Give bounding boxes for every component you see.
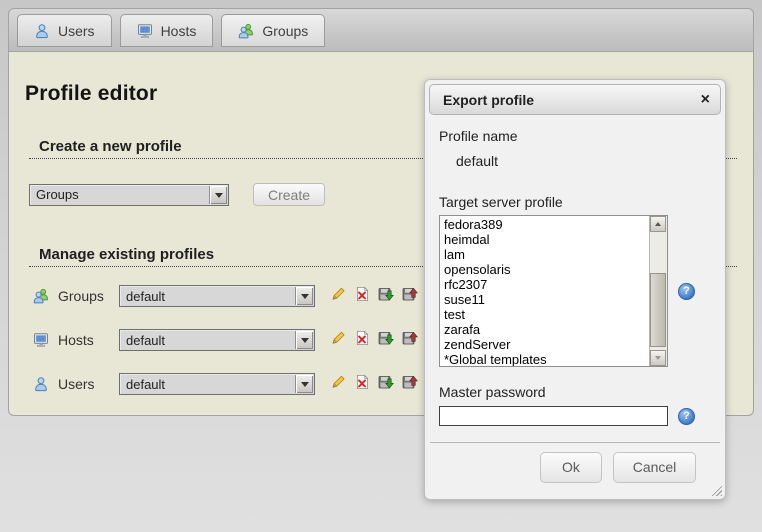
row-label-groups: Groups	[58, 288, 119, 304]
export-profile-icon[interactable]	[402, 286, 418, 307]
groups-profile-select-value: default	[126, 289, 165, 304]
export-profile-icon[interactable]	[402, 330, 418, 351]
profile-name-label: Profile name	[439, 128, 711, 144]
close-icon[interactable]: ×	[701, 92, 710, 108]
tab-users-label: Users	[58, 23, 95, 39]
edit-profile-icon[interactable]	[330, 374, 346, 395]
tab-hosts[interactable]: Hosts	[120, 14, 214, 47]
profile-name-value: default	[456, 153, 711, 169]
delete-profile-icon[interactable]	[354, 286, 370, 307]
delete-profile-icon[interactable]	[354, 374, 370, 395]
master-password-input[interactable]	[439, 406, 668, 426]
groups-icon	[33, 288, 49, 304]
delete-profile-icon[interactable]	[354, 330, 370, 351]
list-item[interactable]: zendServer	[440, 337, 667, 352]
import-profile-icon[interactable]	[378, 286, 394, 307]
chevron-down-icon[interactable]	[209, 186, 227, 204]
host-icon	[137, 23, 153, 39]
list-item[interactable]: lam	[440, 247, 667, 262]
cancel-button[interactable]: Cancel	[613, 452, 696, 483]
chevron-down-icon[interactable]	[295, 331, 313, 349]
export-profile-icon[interactable]	[402, 374, 418, 395]
target-server-profile-label: Target server profile	[439, 194, 711, 210]
chevron-down-icon[interactable]	[295, 287, 313, 305]
groups-icon	[238, 23, 254, 39]
ok-button[interactable]: Ok	[540, 452, 602, 483]
tab-groups-label: Groups	[262, 23, 308, 39]
list-item[interactable]: test	[440, 307, 667, 322]
user-icon	[33, 376, 49, 392]
list-item[interactable]: suse11	[440, 292, 667, 307]
list-item[interactable]: heimdal	[440, 232, 667, 247]
master-password-label: Master password	[439, 384, 711, 400]
hosts-profile-select-value: default	[126, 333, 165, 348]
tab-groups[interactable]: Groups	[221, 14, 325, 47]
list-item[interactable]: rfc2307	[440, 277, 667, 292]
create-button[interactable]: Create	[253, 183, 325, 206]
import-profile-icon[interactable]	[378, 330, 394, 351]
edit-profile-icon[interactable]	[330, 330, 346, 351]
dialog-button-pane: Ok Cancel	[430, 442, 720, 499]
hosts-profile-select[interactable]: default	[119, 329, 315, 351]
host-icon	[33, 332, 49, 348]
row-label-hosts: Hosts	[58, 332, 119, 348]
target-server-profile-listbox[interactable]: fedora389 heimdal lam opensolaris rfc230…	[439, 215, 668, 367]
profile-type-select[interactable]: Groups	[29, 184, 229, 206]
scroll-up-icon[interactable]	[650, 216, 666, 232]
groups-profile-select[interactable]: default	[119, 285, 315, 307]
list-item[interactable]: zarafa	[440, 322, 667, 337]
import-profile-icon[interactable]	[378, 374, 394, 395]
row-label-users: Users	[58, 376, 119, 392]
scrollbar-thumb[interactable]	[650, 273, 666, 347]
dialog-title: Export profile	[443, 92, 534, 108]
chevron-down-icon[interactable]	[295, 375, 313, 393]
user-icon	[34, 23, 50, 39]
list-item[interactable]: *Global templates	[440, 352, 667, 367]
help-icon[interactable]: ?	[678, 283, 695, 300]
profile-editor-page: Users Hosts	[0, 0, 762, 532]
list-item[interactable]: opensolaris	[440, 262, 667, 277]
profile-type-select-value: Groups	[36, 187, 79, 202]
listbox-scrollbar[interactable]	[649, 216, 667, 366]
help-icon[interactable]: ?	[678, 408, 695, 425]
dialog-titlebar[interactable]: Export profile ×	[429, 84, 721, 115]
tab-hosts-label: Hosts	[161, 23, 197, 39]
tab-users[interactable]: Users	[17, 14, 112, 47]
scroll-down-icon[interactable]	[650, 350, 666, 366]
users-profile-select-value: default	[126, 377, 165, 392]
edit-profile-icon[interactable]	[330, 286, 346, 307]
list-item[interactable]: fedora389	[440, 217, 667, 232]
tab-bar: Users Hosts	[8, 8, 754, 52]
users-profile-select[interactable]: default	[119, 373, 315, 395]
export-profile-dialog: Export profile × Profile name default Ta…	[424, 79, 726, 500]
